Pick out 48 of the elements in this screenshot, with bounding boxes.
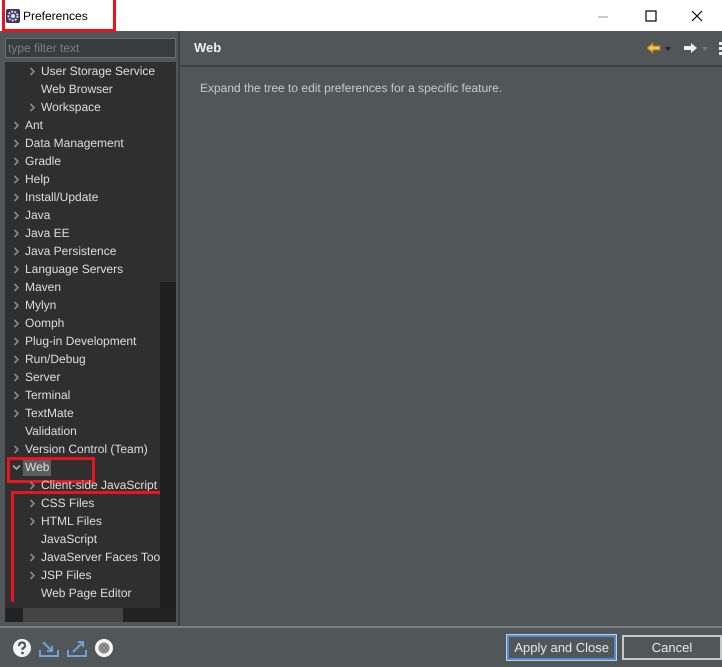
tree-item[interactable]: Java (23, 206, 52, 224)
expand-icon[interactable] (28, 66, 36, 76)
tree-item[interactable]: User Storage Service (39, 62, 158, 80)
menu-icon[interactable] (718, 41, 722, 55)
tree-item[interactable]: JavaScript (39, 530, 100, 548)
description-text: Expand the tree to edit preferences for a specific feature. (199, 80, 504, 97)
expand-icon[interactable] (12, 444, 20, 454)
tree-item[interactable]: Run/Debug (23, 350, 88, 368)
filter-field[interactable]: type filter text (5, 38, 176, 58)
tree-item[interactable]: Web Page Editor (39, 584, 134, 602)
forward-arrow-icon[interactable] (683, 41, 698, 55)
window-title: Preferences (23, 8, 88, 24)
tree-item[interactable]: Version Control (Team) (23, 440, 150, 458)
tree-item[interactable]: Workspace (39, 98, 103, 116)
tree-item[interactable]: Mylyn (23, 296, 58, 314)
scrollbar[interactable] (160, 62, 176, 608)
collapse-icon[interactable] (12, 464, 20, 470)
dropdown-icon[interactable] (664, 44, 672, 52)
tree-item[interactable]: Help (23, 170, 52, 188)
tree-item[interactable]: Data Management (23, 134, 126, 152)
tree-item[interactable]: Java Persistence (23, 242, 118, 260)
tree-item[interactable]: Terminal (23, 386, 72, 404)
tree-item[interactable]: JavaServer Faces Too (39, 548, 162, 566)
tree-item[interactable]: Validation (23, 422, 79, 440)
tree-item[interactable]: Maven (23, 278, 64, 296)
tree-item[interactable]: HTML Files (39, 512, 104, 530)
close-button[interactable] (690, 8, 704, 22)
tree-item[interactable]: Install/Update (23, 188, 100, 206)
page-title: Web (194, 39, 222, 58)
tree-item[interactable]: JSP Files (39, 566, 94, 584)
tree-item[interactable]: Java EE (23, 224, 72, 242)
app-icon (6, 8, 20, 22)
tree-item[interactable]: Oomph (23, 314, 66, 332)
maximize-button[interactable] (644, 8, 658, 22)
scrollbar[interactable] (5, 608, 176, 622)
tree-item[interactable]: Ant (23, 116, 46, 134)
tree-item[interactable]: Language Servers (23, 260, 126, 278)
apply-and-close-button[interactable]: Apply and Close (507, 635, 616, 660)
back-arrow-icon[interactable] (646, 41, 661, 55)
tree-item[interactable]: TextMate (23, 404, 76, 422)
tree-item[interactable]: Server (23, 368, 62, 386)
tree-item[interactable]: Plug-in Development (23, 332, 138, 350)
help-icon[interactable] (12, 638, 32, 658)
cancel-button[interactable]: Cancel (622, 635, 722, 660)
tree-item[interactable]: CSS Files (39, 494, 96, 512)
tree-item[interactable]: Gradle (23, 152, 64, 170)
tree-item[interactable]: Web Browser (39, 80, 115, 98)
record-icon[interactable] (94, 638, 114, 658)
